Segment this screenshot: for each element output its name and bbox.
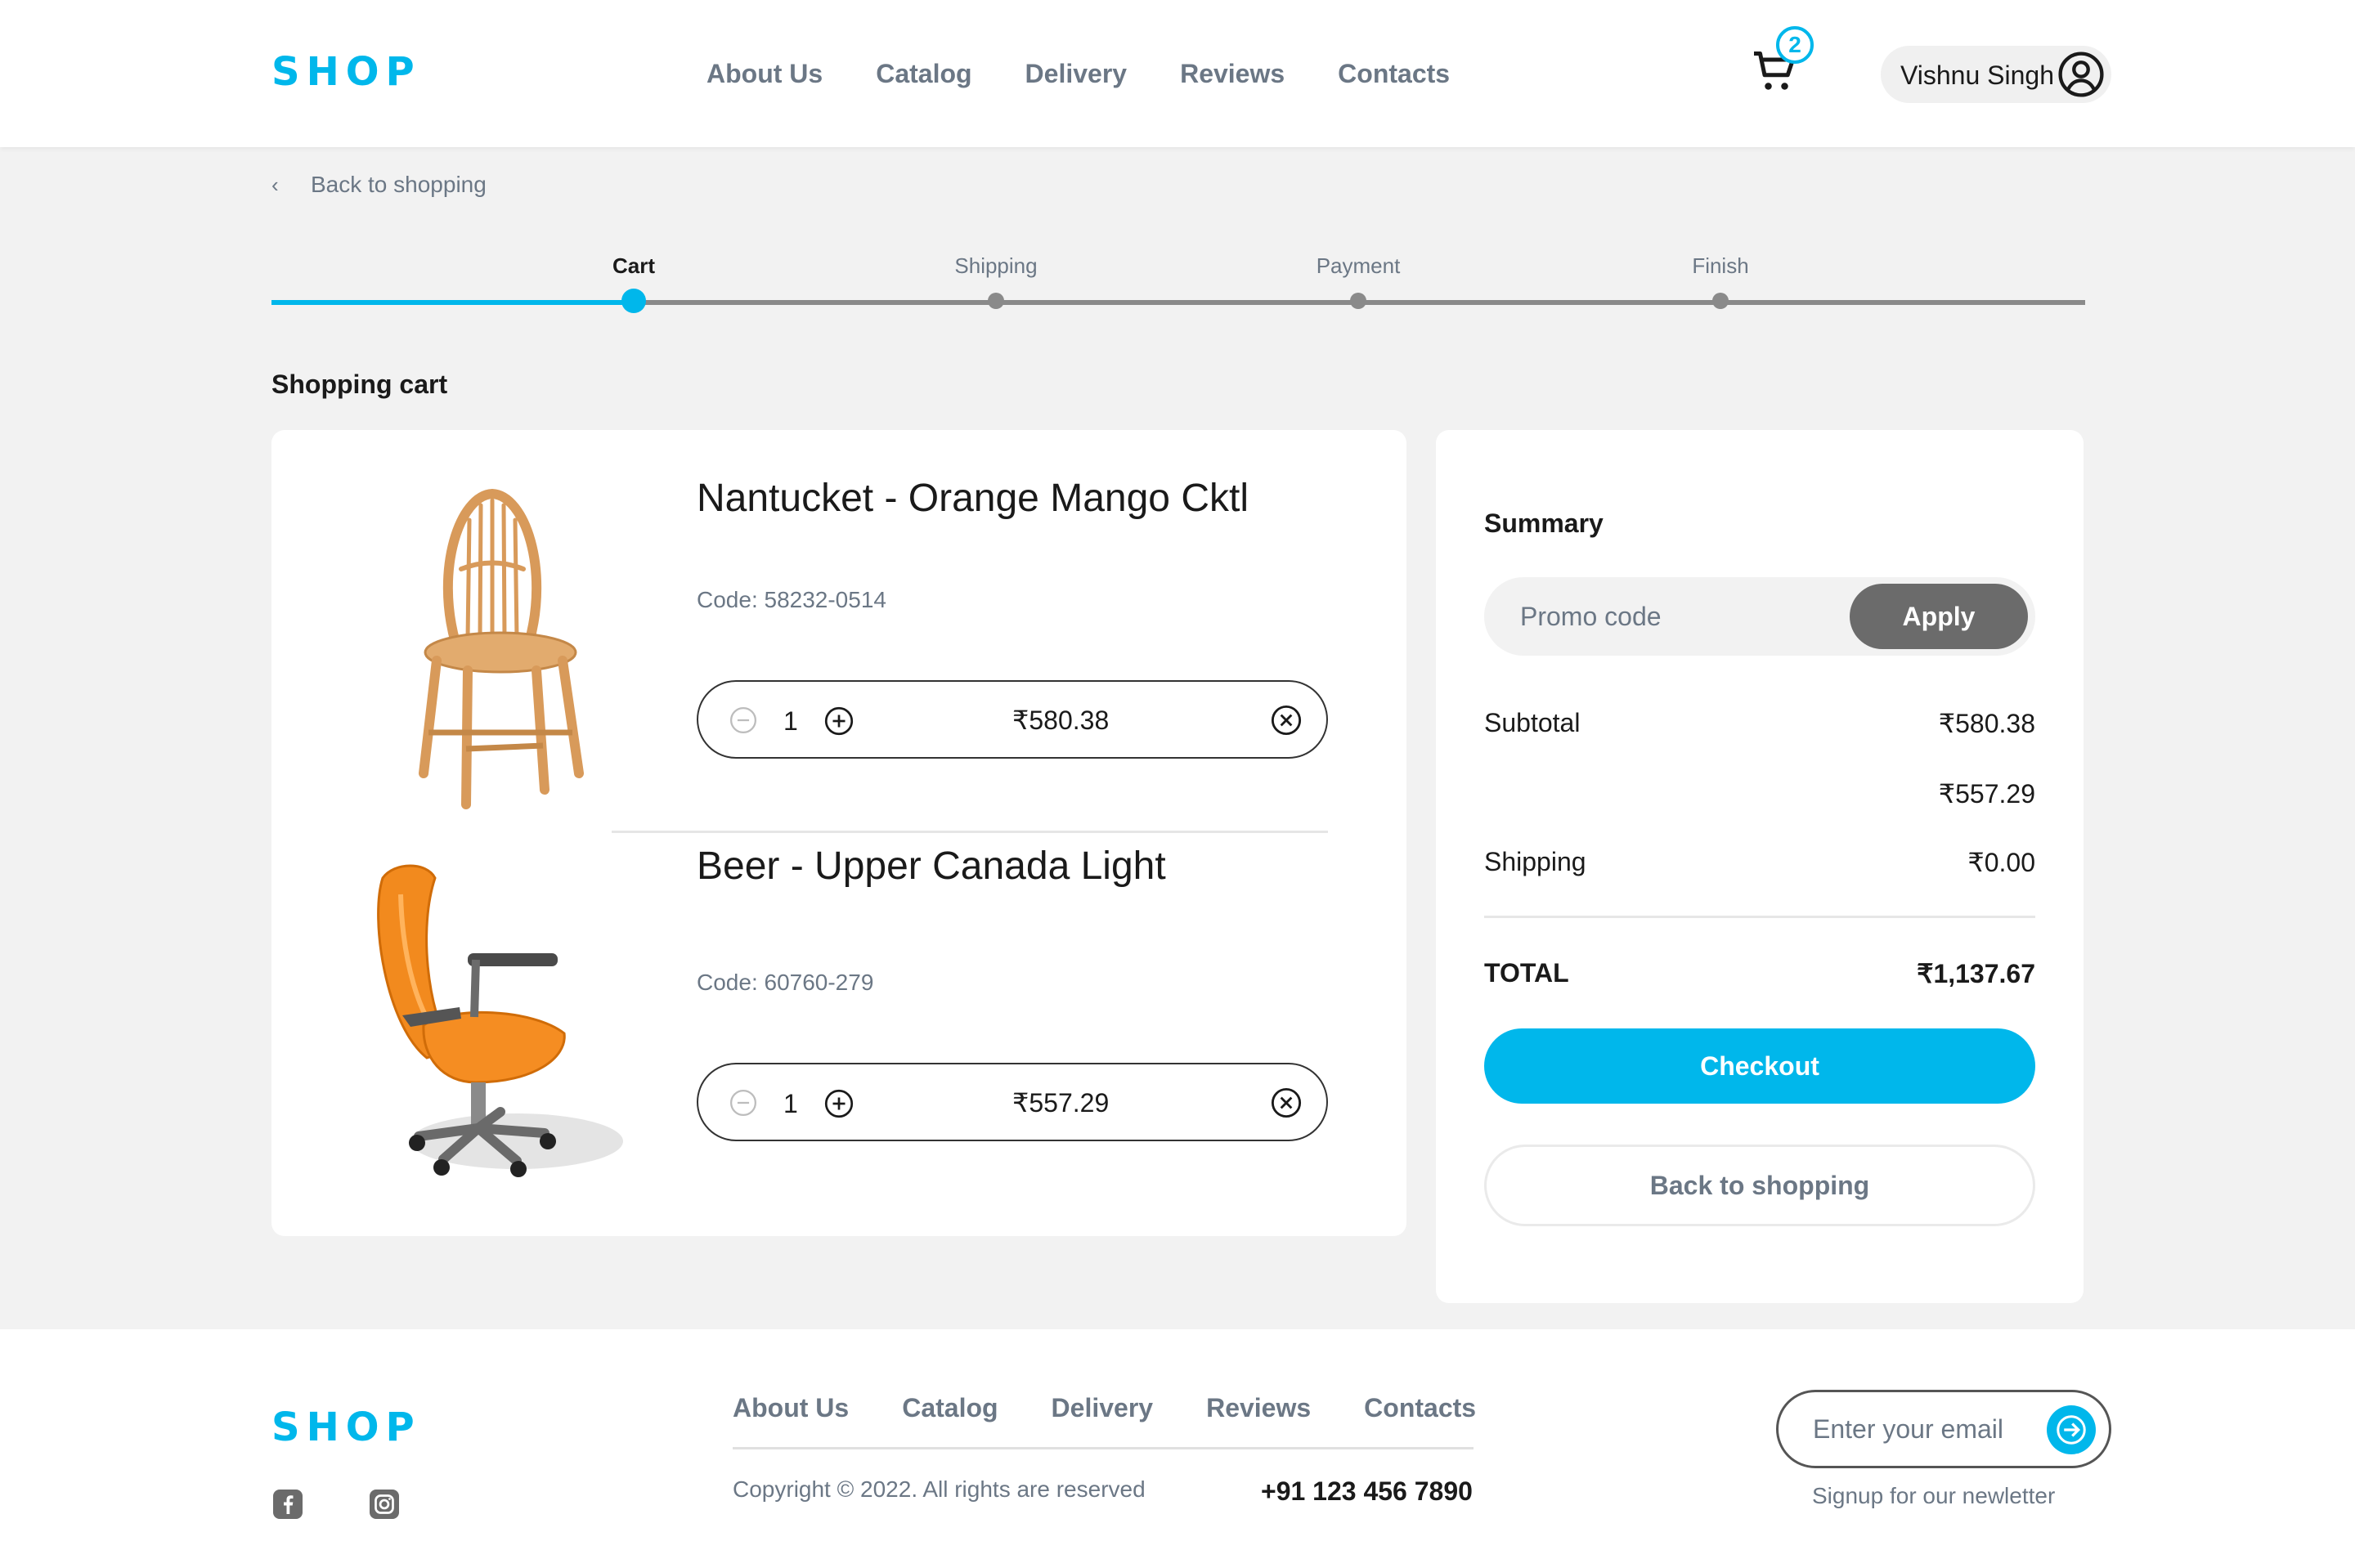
checkout-button[interactable]: Checkout [1484,1028,2035,1104]
step-label: Cart [612,253,655,278]
site-header: SHOP About Us Catalog Delivery Reviews C… [0,0,2355,147]
facebook-icon[interactable] [273,1490,303,1519]
promo-code-input[interactable] [1484,577,1852,656]
summary-title: Summary [1484,508,1604,538]
promo-code-form: Apply [1484,577,2035,656]
footer-nav-reviews[interactable]: Reviews [1206,1393,1311,1423]
increase-quantity-icon[interactable] [824,1089,854,1118]
step-label: Payment [1316,253,1401,278]
nav-about-us[interactable]: About Us [706,59,823,89]
newsletter-caption: Signup for our newletter [1812,1483,2056,1508]
step-cart[interactable]: Cart [544,253,724,313]
quantity-value: 1 [783,1089,798,1118]
summary-divider [1484,916,2035,918]
footer-divider [733,1447,1474,1449]
arrow-right-icon [2057,1415,2086,1445]
increase-quantity-icon[interactable] [824,706,854,736]
subtotal-value: ₹580.38 [1938,709,2035,738]
step-payment[interactable]: Payment [1268,253,1448,309]
back-to-shopping-link[interactable]: ‹ Back to shopping [271,172,487,198]
apply-promo-button[interactable]: Apply [1850,584,2028,649]
quantity-value: 1 [783,706,798,736]
step-label: Finish [1692,253,1749,278]
product-code: Code: 58232-0514 [697,587,886,612]
decrease-quantity-icon[interactable] [729,706,757,734]
nav-contacts[interactable]: Contacts [1338,59,1450,89]
step-dot [1712,293,1729,309]
footer-nav: About Us Catalog Delivery Reviews Contac… [733,1393,1529,1423]
orange-office-chair-image [377,864,623,1177]
cart-item: Beer - Upper Canada Light Code: 60760-27… [271,813,1406,1189]
phone-number[interactable]: +91 123 456 7890 [1261,1476,1473,1507]
page-title: Shopping cart [271,370,448,399]
step-dot [1350,293,1366,309]
instagram-icon[interactable] [370,1490,399,1519]
step-finish[interactable]: Finish [1631,253,1810,309]
item-controls: 1 ₹557.29 [697,1063,1328,1141]
step-label: Shipping [954,253,1038,278]
nav-delivery[interactable]: Delivery [1025,59,1128,89]
copyright-text: Copyright © 2022. All rights are reserve… [733,1476,1146,1502]
cart-item: Nantucket - Orange Mango Cktl Code: 5823… [271,430,1406,809]
item-price: ₹557.29 [1012,1088,1110,1118]
footer-logo[interactable]: SHOP [271,1404,421,1450]
newsletter-submit-button[interactable] [2047,1405,2096,1454]
newsletter-email-input[interactable] [1779,1392,2040,1466]
stepper-progress [271,300,634,305]
step-dot [621,289,646,313]
product-name[interactable]: Beer - Upper Canada Light [697,844,1166,889]
back-to-shopping-button[interactable]: Back to shopping [1484,1145,2035,1226]
user-menu[interactable]: Vishnu Singh [1881,46,2111,103]
main-nav: About Us Catalog Delivery Reviews Contac… [706,59,1503,89]
wooden-chair-image [419,488,584,809]
step-shipping[interactable]: Shipping [906,253,1086,309]
decrease-quantity-icon[interactable] [729,1089,757,1117]
footer-nav-catalog[interactable]: Catalog [902,1393,998,1423]
footer-nav-about-us[interactable]: About Us [733,1393,849,1423]
user-name: Vishnu Singh [1900,60,2054,90]
newsletter-form [1776,1390,2111,1468]
remove-item-icon[interactable] [1271,705,1302,736]
total-label: TOTAL [1484,958,1569,988]
user-avatar-icon [2058,52,2104,97]
remove-item-icon[interactable] [1271,1087,1302,1118]
item-price: ₹580.38 [1012,706,1110,735]
nav-catalog[interactable]: Catalog [876,59,971,89]
shipping-value: ₹0.00 [1967,848,2035,877]
step-dot [988,293,1004,309]
back-link-label: Back to shopping [311,172,487,197]
cart-count-badge: 2 [1776,26,1814,64]
shipping-label: Shipping [1484,847,1586,876]
nav-reviews[interactable]: Reviews [1180,59,1285,89]
chevron-left-icon: ‹ [271,172,279,197]
product-name[interactable]: Nantucket - Orange Mango Cktl [697,476,1249,521]
site-footer: SHOP About Us Catalog Delivery Reviews C… [0,1329,2355,1568]
subtotal-label: Subtotal [1484,708,1581,737]
cart-button[interactable]: 2 [1750,26,1815,100]
total-value: ₹1,137.67 [1917,959,2035,988]
checkout-stepper: Cart Shipping Payment Finish [271,253,2085,313]
item-controls: 1 ₹580.38 [697,680,1328,759]
footer-nav-delivery[interactable]: Delivery [1052,1393,1154,1423]
shop-logo[interactable]: SHOP [271,49,421,95]
product-code: Code: 60760-279 [697,970,874,995]
cart-items-panel: Nantucket - Orange Mango Cktl Code: 5823… [271,430,1406,1236]
secondary-value: ₹557.29 [1938,779,2035,809]
footer-nav-contacts[interactable]: Contacts [1364,1393,1476,1423]
order-summary-panel: Summary Apply Subtotal ₹580.38 ₹557.29 S… [1436,430,2084,1303]
